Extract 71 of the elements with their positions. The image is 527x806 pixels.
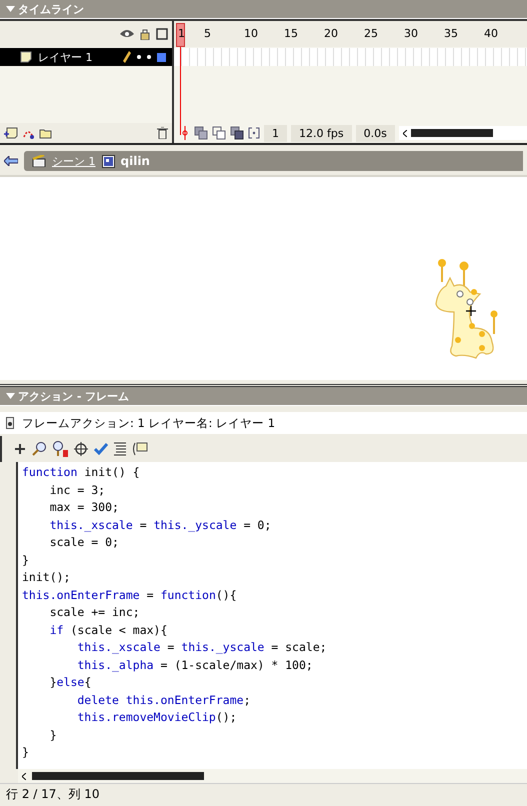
onion-skin-icon[interactable] xyxy=(194,126,208,140)
checkmark-icon[interactable] xyxy=(94,443,108,455)
frame-number: 40 xyxy=(484,27,498,40)
movie-clip-icon xyxy=(102,154,114,168)
symbol-name: qilin xyxy=(120,154,150,168)
marker-icon[interactable] xyxy=(248,127,260,139)
code-line: max = 300; xyxy=(48,499,120,516)
folder-icon[interactable] xyxy=(38,127,52,139)
comment-icon[interactable] xyxy=(132,442,148,456)
center-frame-icon[interactable] xyxy=(180,126,190,140)
edit-frames-icon[interactable] xyxy=(230,126,244,140)
code-line: this._xscale = this._yscale = 0; xyxy=(48,516,272,534)
pencil-icon xyxy=(123,51,131,63)
code-line: inc = 3; xyxy=(48,482,106,498)
eye-icon[interactable] xyxy=(120,29,134,39)
code-line: } xyxy=(21,552,30,568)
panel-title: アクション - フレーム xyxy=(18,388,130,404)
align-icon[interactable] xyxy=(114,442,126,456)
onion-outline-icon[interactable] xyxy=(212,126,226,140)
code-line: this._xscale = this._yscale = scale; xyxy=(76,639,328,656)
playhead[interactable] xyxy=(176,23,185,47)
panel-title: タイムライン xyxy=(18,2,84,16)
frame-rate: 12.0 fps xyxy=(291,124,352,142)
frame-number: 15 xyxy=(284,27,298,40)
frame-number: 30 xyxy=(404,27,418,40)
frame-number: 1 xyxy=(178,27,185,40)
add-icon[interactable] xyxy=(14,443,26,455)
frame-number: 35 xyxy=(444,27,458,40)
code-line: function init() { xyxy=(21,464,141,481)
code-line: delete this.onEnterFrame; xyxy=(76,692,252,708)
code-line: scale += inc; xyxy=(48,604,141,621)
frame-action-label: フレームアクション: 1 レイヤー名: レイヤー 1 xyxy=(22,416,276,430)
dot-icon[interactable] xyxy=(147,55,151,59)
cursor-position: 行 2 / 17、列 10 xyxy=(6,786,100,802)
collapse-icon[interactable] xyxy=(6,6,15,12)
layer-name: レイヤー 1 xyxy=(38,50,94,64)
scrollbar[interactable] xyxy=(18,769,527,783)
layer-color[interactable] xyxy=(157,52,166,62)
add-layer-icon[interactable] xyxy=(4,127,18,139)
search-icon[interactable] xyxy=(32,442,46,456)
code-line: }else{ xyxy=(48,674,92,691)
lock-icon[interactable] xyxy=(140,28,150,40)
elapsed-time: 0.0s xyxy=(356,124,395,142)
collapse-icon[interactable] xyxy=(6,393,15,399)
current-frame: 1 xyxy=(264,124,287,142)
frame-number: 25 xyxy=(364,27,378,40)
layer-row[interactable]: レイヤー 1 xyxy=(0,48,172,66)
trash-icon[interactable] xyxy=(157,127,168,139)
code-editor[interactable] xyxy=(16,462,527,769)
code-line: } xyxy=(48,726,58,744)
scrollbar[interactable] xyxy=(398,126,527,140)
crosshair-icon[interactable] xyxy=(74,442,88,456)
outline-icon[interactable] xyxy=(156,28,168,40)
frame-number: 5 xyxy=(204,27,211,40)
replace-icon[interactable] xyxy=(52,441,68,457)
frame-number: 20 xyxy=(324,27,338,40)
code-line: this._alpha = (1-scale/max) * 100; xyxy=(76,656,314,674)
scroll-left-icon[interactable] xyxy=(402,130,407,136)
code-line: } xyxy=(21,744,30,761)
code-line: scale = 0; xyxy=(48,534,120,551)
code-line: this.onEnterFrame = function(){ xyxy=(21,586,238,604)
frame-number: 10 xyxy=(244,27,258,40)
dot-icon[interactable] xyxy=(137,55,141,59)
scroll-left-icon[interactable] xyxy=(22,772,26,780)
back-arrow-icon[interactable] xyxy=(4,156,18,166)
code-line: if (scale < max){ xyxy=(48,622,168,638)
code-line: init(); xyxy=(21,569,72,586)
code-line: this.removeMovieClip(); xyxy=(76,709,238,726)
clapper-icon xyxy=(32,155,46,167)
frame-icon xyxy=(6,417,14,429)
layer-icon xyxy=(20,51,32,63)
